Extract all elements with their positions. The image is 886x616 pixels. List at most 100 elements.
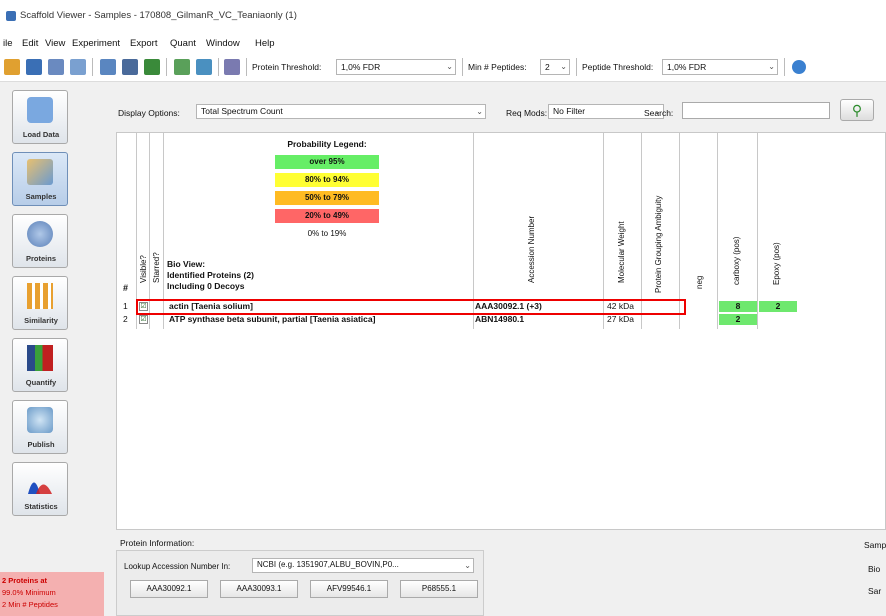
menu-export[interactable]: Export xyxy=(130,38,157,49)
help-icon[interactable] xyxy=(792,60,806,74)
spectrum-icon[interactable] xyxy=(174,59,190,75)
title-bar: Scaffold Viewer - Samples - 170808_Gilma… xyxy=(0,0,886,34)
filter-icon[interactable] xyxy=(144,59,160,75)
column-carboxy[interactable]: carboxy (pos) xyxy=(732,237,741,285)
protein-threshold-label: Protein Threshold: xyxy=(252,62,322,72)
carboxy-count[interactable]: 8 xyxy=(719,301,757,312)
accession-button[interactable]: AFV99546.1 xyxy=(310,580,388,598)
nav-statistics[interactable]: Statistics xyxy=(12,462,68,516)
chevron-down-icon: ⌄ xyxy=(560,62,567,71)
menu-help[interactable]: Help xyxy=(255,38,275,49)
search-button[interactable]: ⚲ xyxy=(840,99,874,121)
statistics-icon xyxy=(28,482,52,494)
accession-button[interactable]: P68555.1 xyxy=(400,580,478,598)
status-summary: 2 Proteins at 99.0% Minimum 2 Min # Pept… xyxy=(0,572,104,616)
save-icon[interactable] xyxy=(26,59,42,75)
chevron-down-icon: ⌄ xyxy=(768,62,775,71)
chart-icon[interactable] xyxy=(224,59,240,75)
legend-item: 20% to 49% xyxy=(275,209,379,223)
nav-load-data[interactable]: Load Data xyxy=(12,90,68,144)
chevron-down-icon: ⌄ xyxy=(446,62,453,71)
column-starred[interactable]: Starred? xyxy=(152,252,161,283)
menu-window[interactable]: Window xyxy=(206,38,240,49)
legend-item: 80% to 94% xyxy=(275,173,379,187)
nav-similarity[interactable]: Similarity xyxy=(12,276,68,330)
binoculars-icon[interactable] xyxy=(122,59,138,75)
bio-view-title: Bio View: xyxy=(167,259,206,269)
accession-button[interactable]: AAA30093.1 xyxy=(220,580,298,598)
legend-item: 50% to 79% xyxy=(275,191,379,205)
nav-proteins[interactable]: Proteins xyxy=(12,214,68,268)
peptide-threshold-label: Peptide Threshold: xyxy=(582,62,654,72)
open-icon[interactable] xyxy=(4,59,20,75)
min-peptides-label: Min # Peptides: xyxy=(468,62,527,72)
copy-icon[interactable] xyxy=(100,59,116,75)
nav-samples[interactable]: Samples xyxy=(12,152,68,206)
column-visible[interactable]: Visible? xyxy=(139,255,148,283)
epoxy-count[interactable]: 2 xyxy=(759,301,797,312)
display-options-label: Display Options: xyxy=(118,108,180,118)
toolbar: Protein Threshold: 1,0% FDR ⌄ Min # Pept… xyxy=(0,52,886,82)
column-protein-grouping[interactable]: Protein Grouping Ambiguity xyxy=(654,196,663,293)
ms-icon[interactable] xyxy=(196,59,212,75)
toolbar-separator xyxy=(462,58,463,76)
column-molecular-weight[interactable]: Molecular Weight xyxy=(617,221,626,283)
quantify-icon xyxy=(27,345,53,371)
legend-item: 0% to 19% xyxy=(275,227,379,241)
column-number: # xyxy=(123,283,129,293)
toolbar-separator xyxy=(784,58,785,76)
legend-item: over 95% xyxy=(275,155,379,169)
proteins-icon xyxy=(27,221,53,247)
protein-information-panel: Protein Information: Lookup Accession Nu… xyxy=(116,534,886,616)
molecular-weight: 27 kDa xyxy=(607,314,634,324)
toolbar-separator xyxy=(166,58,167,76)
chevron-down-icon: ⌄ xyxy=(464,561,471,570)
req-mods-label: Req Mods: xyxy=(506,108,548,118)
visible-checkbox[interactable]: ☑ xyxy=(139,315,148,324)
accession-button[interactable]: AAA30092.1 xyxy=(130,580,208,598)
search-input[interactable] xyxy=(682,102,830,119)
bio-view-decoys: Including 0 Decoys xyxy=(167,281,245,291)
publish-icon xyxy=(27,407,53,433)
app-icon xyxy=(6,11,16,21)
column-epoxy[interactable]: Epoxy (pos) xyxy=(772,242,781,285)
display-options-select[interactable]: Total Spectrum Count ⌄ xyxy=(196,104,486,119)
chevron-down-icon: ⌄ xyxy=(476,107,483,116)
search-label: Search: xyxy=(644,108,674,118)
accession-number: ABN14980.1 xyxy=(475,314,525,324)
samples-grid: Probability Legend: over 95% 80% to 94% … xyxy=(116,132,886,530)
column-accession[interactable]: Accession Number xyxy=(527,216,536,283)
export-icon[interactable] xyxy=(70,59,86,75)
menu-quant[interactable]: Quant xyxy=(170,38,196,49)
lookup-select[interactable]: NCBI (e.g. 1351907,ALBU_BOVIN,P0... ⌄ xyxy=(252,558,474,573)
window-title: Scaffold Viewer - Samples - 170808_Gilma… xyxy=(20,10,297,21)
toolbar-separator xyxy=(218,58,219,76)
menu-edit[interactable]: Edit xyxy=(22,38,38,49)
min-peptides-select[interactable]: 2 ⌄ xyxy=(540,59,570,75)
column-neg[interactable]: neg xyxy=(695,276,704,289)
magnifier-icon: ⚲ xyxy=(851,102,863,118)
samples-icon xyxy=(27,159,53,185)
menu-file[interactable]: ile xyxy=(3,38,13,49)
peptide-threshold-select[interactable]: 1,0% FDR ⌄ xyxy=(662,59,778,75)
lookup-label: Lookup Accession Number In: xyxy=(124,562,231,571)
protein-info-label: Protein Information: xyxy=(120,538,195,548)
nav-publish[interactable]: Publish xyxy=(12,400,68,454)
carboxy-count[interactable]: 2 xyxy=(719,314,757,325)
bio-view-identified: Identified Proteins (2) xyxy=(167,270,254,280)
legend-title: Probability Legend: xyxy=(287,139,367,149)
similarity-icon xyxy=(27,283,53,309)
toolbar-separator xyxy=(576,58,577,76)
print-icon[interactable] xyxy=(48,59,64,75)
menu-bar: ile Edit View Experiment Export Quant Wi… xyxy=(0,34,886,52)
protein-name: ATP synthase beta subunit, partial [Taen… xyxy=(169,314,376,324)
menu-experiment[interactable]: Experiment xyxy=(72,38,120,49)
protein-threshold-select[interactable]: 1,0% FDR ⌄ xyxy=(336,59,456,75)
toolbar-separator xyxy=(246,58,247,76)
nav-quantify[interactable]: Quantify xyxy=(12,338,68,392)
menu-view[interactable]: View xyxy=(45,38,65,49)
table-row[interactable]: 2 ☑ ATP synthase beta subunit, partial [… xyxy=(117,314,885,326)
left-navigation: Load Data Samples Proteins Similarity Qu… xyxy=(0,82,108,616)
load-data-icon xyxy=(27,97,53,123)
selection-highlight-box xyxy=(136,299,686,315)
